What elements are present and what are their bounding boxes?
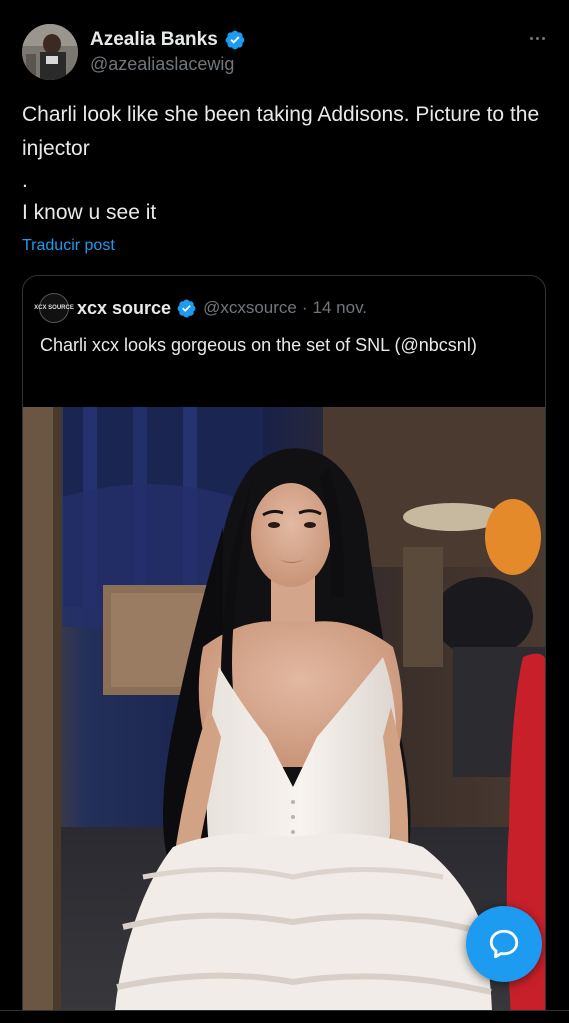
more-horizontal-icon[interactable] bbox=[522, 28, 552, 48]
reply-compose-button[interactable] bbox=[466, 906, 542, 982]
bottom-divider bbox=[0, 1010, 569, 1023]
verified-badge-icon bbox=[225, 30, 245, 50]
post-text-line: Charli look like she been taking Addison… bbox=[22, 103, 540, 160]
verified-badge-icon bbox=[177, 299, 196, 317]
post-text: Charli look like she been taking Addison… bbox=[22, 98, 552, 230]
post-text-line: I know u see it bbox=[22, 201, 157, 224]
author-display-name[interactable]: Azealia Banks bbox=[90, 29, 218, 51]
quoted-author-handle: @xcxsource bbox=[203, 298, 297, 317]
post-author-header: Azealia Banks @azealiaslacewig bbox=[22, 24, 552, 82]
separator-dot: · bbox=[301, 298, 308, 317]
translate-post-link[interactable]: Traducir post bbox=[22, 237, 115, 255]
quoted-post-card[interactable]: XCX SOURCE xcx source @xcxsource · 14 no… bbox=[22, 275, 546, 1023]
quoted-post-text: Charli xcx looks gorgeous on the set of … bbox=[40, 335, 477, 355]
quoted-post-header: XCX SOURCE xcx source @xcxsource · 14 no… bbox=[34, 293, 368, 323]
post-text-line: . bbox=[22, 169, 28, 192]
author-names: Azealia Banks @azealiaslacewig bbox=[90, 27, 246, 75]
reply-compose-icon bbox=[489, 929, 519, 959]
post-detail-page: Azealia Banks @azealiaslacewig Charli lo… bbox=[0, 0, 569, 1023]
quoted-author-avatar: XCX SOURCE bbox=[34, 293, 74, 323]
quoted-post-time: 14 nov. bbox=[312, 298, 368, 317]
author-avatar[interactable] bbox=[22, 24, 78, 80]
author-handle[interactable]: @azealiaslacewig bbox=[90, 54, 246, 75]
quoted-author-display-name: xcx source bbox=[77, 297, 172, 318]
